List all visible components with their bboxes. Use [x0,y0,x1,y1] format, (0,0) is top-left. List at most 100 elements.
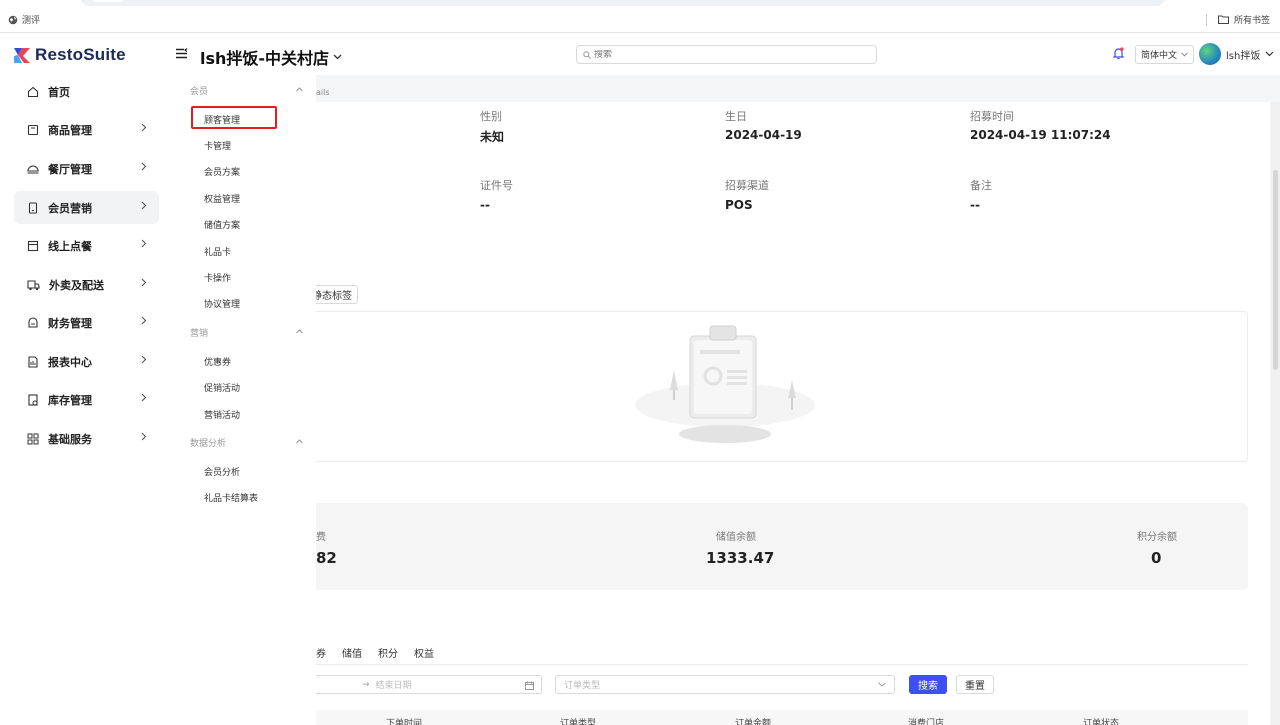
chevron-down-icon [1181,52,1188,57]
sidebar-item-label: 报表中心 [48,355,92,369]
bookmark-label: 测评 [22,16,41,26]
gender-label: 性别 [480,110,502,123]
account-stats [316,503,1248,590]
id-number-value: -- [480,198,490,212]
submenu-item-gift-card-settlement[interactable]: 礼品卡结算表 [204,491,258,504]
sidebar-item-delivery[interactable]: 外卖及配送 [14,268,159,301]
points-balance-label: 积分余额 [1137,532,1177,543]
end-date-input[interactable]: 结束日期 [376,678,412,691]
grid-icon [27,433,39,444]
bookmark-item[interactable]: 测评 [8,13,40,26]
sidebar-item-label: 线上点餐 [48,239,92,253]
member-marketing-submenu: 会员 顾客管理 卡管理 会员方案 权益管理 储值方案 礼品卡 卡操作 协议管理 … [172,75,316,725]
language-selector[interactable]: 简体中文 [1135,45,1194,64]
stored-balance-value: 1333.47 [706,549,775,567]
tab-stored-value[interactable]: 储值 [342,645,362,660]
sidebar-item-label: 商品管理 [48,123,92,137]
submenu-item-gift-card[interactable]: 礼品卡 [204,245,231,258]
chevron-up-icon[interactable] [296,439,303,444]
sidebar-item-label: 餐厅管理 [48,162,92,176]
submenu-item-coupons[interactable]: 优惠券 [204,355,231,368]
recruit-time-value: 2024-04-19 11:07:24 [970,128,1111,142]
gender-value: 未知 [480,130,505,144]
stored-balance-label: 储值余额 [716,532,756,543]
tab-benefits[interactable]: 权益 [414,645,434,660]
chevron-down-icon [878,682,886,687]
scrollbar-thumb[interactable] [1273,170,1278,370]
record-tabs: 券 储值 积分 权益 [316,645,434,660]
submenu-item-card-management[interactable]: 卡管理 [204,139,231,152]
chevron-up-icon[interactable] [296,329,303,334]
chevron-right-icon [141,432,147,441]
empty-clipboard-icon [630,320,830,453]
birthday-label: 生日 [725,110,747,123]
reset-button[interactable]: 重置 [956,675,994,694]
highlight-box [191,106,277,129]
submenu-group-analytics[interactable]: 数据分析 [190,436,226,449]
submenu-item-membership-plan[interactable]: 会员方案 [204,165,240,178]
menu-fold-icon [176,48,188,59]
search-button[interactable]: 搜索 [909,675,947,694]
date-range-picker[interactable]: → 结束日期 [316,675,542,694]
divider [316,664,1248,665]
sidebar-item-products[interactable]: 商品管理 [14,113,159,146]
globe-icon [8,15,18,24]
stat-consumption-value: 82 [316,549,337,567]
submenu-item-card-operation[interactable]: 卡操作 [204,271,231,284]
browser-tab[interactable] [90,0,126,2]
all-bookmarks-label: 所有书签 [1233,16,1270,26]
tab-coupon[interactable]: 券 [316,645,326,660]
sidebar-item-home[interactable]: 首页 [14,75,159,108]
sidebar-item-label: 财务管理 [48,316,92,330]
home-icon [27,86,39,97]
folder-icon [1217,15,1229,24]
order-type-select[interactable]: 订单类型 [555,675,895,694]
chevron-down-icon [333,54,342,60]
browser-tab-strip [80,0,1166,6]
sidebar-item-restaurant[interactable]: 餐厅管理 [14,152,159,185]
submenu-item-marketing-campaigns[interactable]: 营销活动 [204,408,240,421]
global-search[interactable] [576,45,877,64]
column-store: 消费门店 [908,719,945,725]
logo[interactable]: RestoSuite [13,45,126,65]
all-bookmarks-button[interactable]: 所有书签 [1205,13,1270,26]
menu-toggle-button[interactable] [175,48,188,62]
tab-points[interactable]: 积分 [378,645,398,660]
logo-text: RestoSuite [35,45,126,64]
sidebar: 首页 商品管理 餐厅管理 会员营销 线上点餐 外卖及配送 财务管理 报表中心 库… [0,75,172,725]
chevron-right-icon [141,201,147,210]
product-icon [27,124,39,135]
stat-consumption-label: 费 [316,532,326,543]
sidebar-item-inventory[interactable]: 库存管理 [14,383,159,416]
store-selector[interactable]: lsh拌饭-中关村店 [200,45,342,69]
sidebar-item-member-marketing[interactable]: 会员营销 [14,191,159,224]
submenu-item-member-analysis[interactable]: 会员分析 [204,465,240,478]
submenu-item-benefits[interactable]: 权益管理 [204,192,240,205]
points-balance-value: 0 [1151,549,1162,567]
sidebar-item-reports[interactable]: 报表中心 [14,345,159,378]
app-header: RestoSuite lsh拌饭-中关村店 简体中文 lsh拌饭 [0,33,1280,75]
sidebar-item-label: 首页 [48,85,70,99]
recruit-channel-value: POS [725,198,753,212]
chevron-up-icon[interactable] [296,87,303,92]
submenu-item-promotions[interactable]: 促销活动 [204,381,240,394]
submenu-group-marketing[interactable]: 营销 [190,326,208,339]
sidebar-item-basic-services[interactable]: 基础服务 [14,422,159,455]
user-menu[interactable]: lsh拌饭 [1199,43,1274,65]
search-input[interactable] [594,49,854,60]
column-order-amount: 订单金额 [735,719,772,725]
sidebar-item-online-order[interactable]: 线上点餐 [14,229,159,262]
submenu-item-stored-value-plan[interactable]: 储值方案 [204,218,240,231]
restaurant-icon [27,165,39,174]
language-label: 简体中文 [1141,51,1178,61]
avatar [1199,43,1221,65]
bell-icon [1112,47,1125,60]
notification-button[interactable] [1112,47,1125,63]
submenu-group-member[interactable]: 会员 [190,84,208,97]
remark-value: -- [970,198,980,212]
chevron-right-icon [141,355,147,364]
chevron-right-icon [141,123,147,132]
store-name: lsh拌饭-中关村店 [200,49,330,68]
sidebar-item-finance[interactable]: 财务管理 [14,306,159,339]
submenu-item-agreements[interactable]: 协议管理 [204,297,240,310]
